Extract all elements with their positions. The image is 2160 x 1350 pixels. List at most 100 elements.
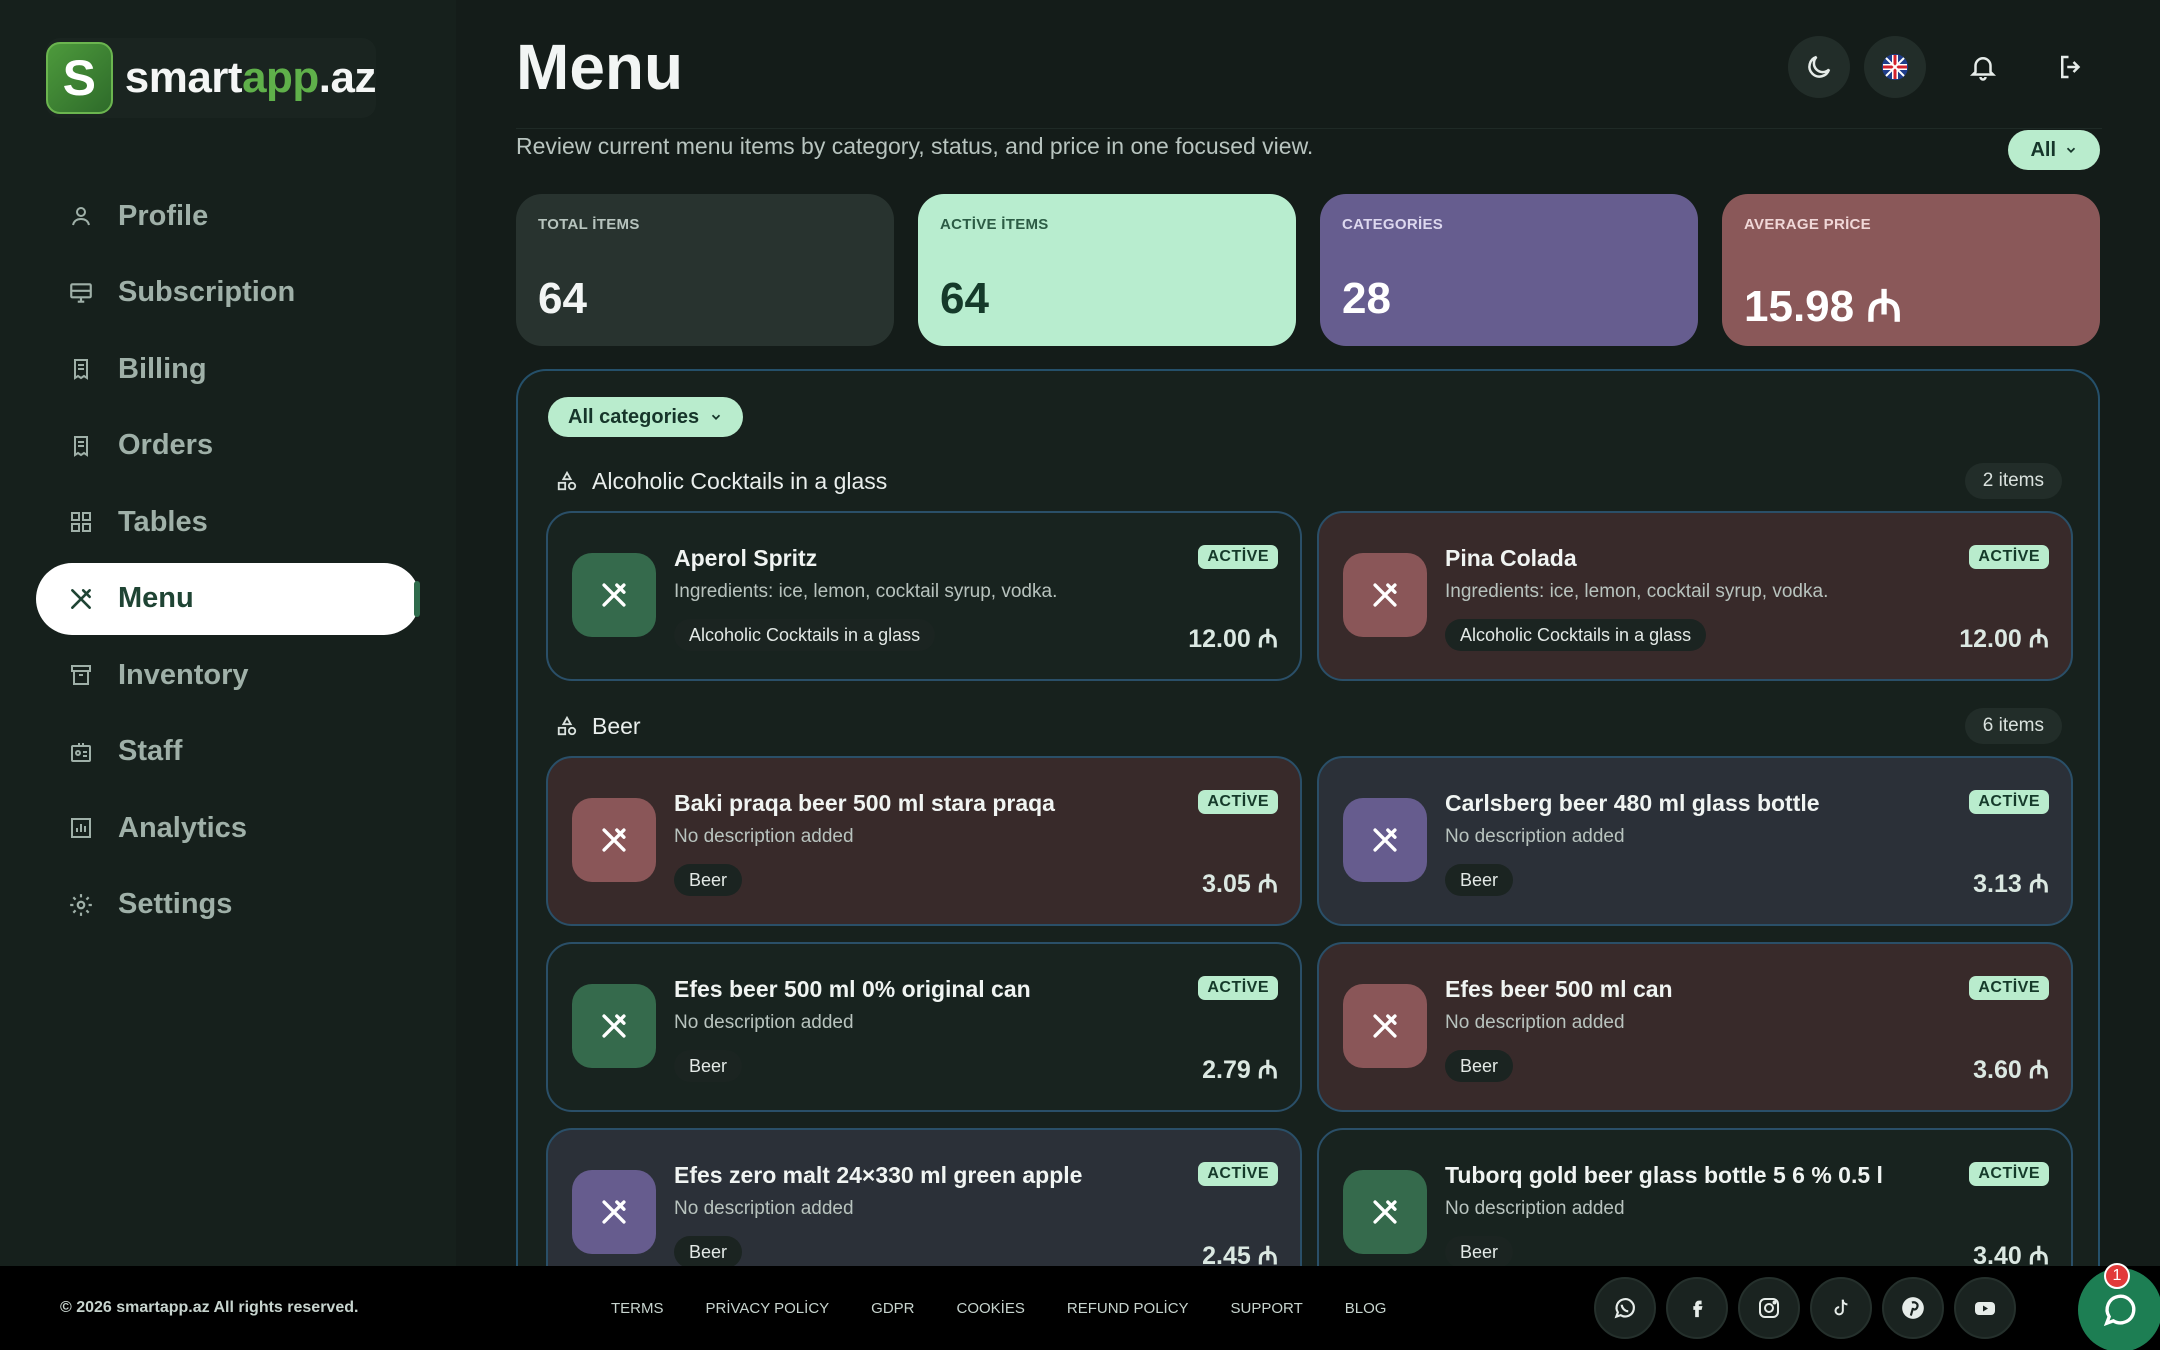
item-description: Ingredients: ice, lemon, cocktail syrup,…	[1445, 581, 1829, 602]
status-badge: ACTİVE	[1969, 545, 2049, 569]
theme-toggle-button[interactable]	[1788, 36, 1850, 98]
sidebar-item-billing[interactable]: Billing	[36, 333, 420, 405]
item-description: No description added	[674, 1012, 854, 1033]
status-filter-dropdown[interactable]: All	[2008, 130, 2100, 170]
menu-item-card[interactable]: Tuborq gold beer glass bottle 5 6 % 0.5 …	[1317, 1128, 2073, 1266]
language-button[interactable]	[1864, 36, 1926, 98]
instagram-button[interactable]	[1738, 1277, 1800, 1339]
item-category-tag: Alcoholic Cocktails in a glass	[674, 619, 936, 651]
item-price: 3.13 ₼	[1973, 870, 2049, 898]
bell-icon	[1969, 57, 1997, 81]
menu-item-card[interactable]: Efes zero malt 24×330 ml green apple No …	[546, 1128, 1302, 1266]
item-category-tag: Beer	[1445, 1050, 1514, 1082]
sidebar-item-menu[interactable]: Menu	[36, 562, 420, 635]
section-header: Alcoholic Cocktails in a glass 2 items	[556, 461, 2062, 501]
copyright-text: © 2026 smartapp.az All rights reserved.	[60, 1299, 359, 1316]
item-name: Efes beer 500 ml 0% original can	[674, 976, 1031, 1002]
sidebar-item-orders[interactable]: Orders	[36, 410, 420, 482]
chat-icon	[2103, 1294, 2136, 1327]
utensils-icon	[1343, 1170, 1427, 1254]
utensils-icon	[572, 553, 656, 637]
sidebar-item-profile[interactable]: Profile	[36, 180, 420, 252]
brand-logo[interactable]: S smartapp.az	[46, 38, 377, 118]
sidebar-item-settings[interactable]: Settings	[36, 869, 420, 941]
facebook-icon	[1693, 1300, 1703, 1318]
item-category-tag: Beer	[1445, 864, 1514, 896]
footer-link-terms[interactable]: TERMS	[611, 1300, 664, 1317]
logo-text: smartapp.az	[124, 53, 377, 102]
status-badge: ACTİVE	[1969, 976, 2049, 1000]
footer-link-blog[interactable]: BLOG	[1345, 1300, 1387, 1317]
item-price: 12.00 ₼	[1188, 625, 1278, 653]
sidebar-item-analytics[interactable]: Analytics	[36, 792, 420, 864]
item-name: Tuborq gold beer glass bottle 5 6 % 0.5 …	[1445, 1162, 1883, 1188]
footer-link-privacy[interactable]: PRİVACY POLİCY	[706, 1300, 830, 1317]
sidebar-item-staff[interactable]: Staff	[36, 716, 420, 788]
sidebar-item-subscription[interactable]: Subscription	[36, 257, 420, 329]
menu-item-card[interactable]: Carlsberg beer 480 ml glass bottle No de…	[1317, 756, 2073, 926]
footer-links: TERMS PRİVACY POLİCY GDPR COOKİES REFUND…	[611, 1300, 1386, 1317]
pinterest-icon	[1902, 1297, 1924, 1319]
chevron-down-icon	[2066, 147, 2076, 153]
menu-item-card[interactable]: Efes beer 500 ml can No description adde…	[1317, 942, 2073, 1112]
item-name: Pina Colada	[1445, 545, 1577, 571]
status-badge: ACTİVE	[1198, 545, 1278, 569]
menu-item-card[interactable]: Baki praqa beer 500 ml stara praqa No de…	[546, 756, 1302, 926]
footer-link-refund[interactable]: REFUND POLİCY	[1067, 1300, 1189, 1317]
item-name: Efes beer 500 ml can	[1445, 976, 1673, 1002]
item-name: Aperol Spritz	[674, 545, 818, 571]
facebook-button[interactable]	[1666, 1277, 1728, 1339]
category-filter-dropdown[interactable]: All categories	[548, 397, 744, 437]
moon-icon	[1808, 55, 1831, 78]
sidebar-nav: Profile Subscription Billing Orders Tabl…	[36, 180, 420, 945]
receipt-icon	[66, 431, 96, 461]
grid-icon	[66, 507, 96, 537]
utensils-icon	[1343, 984, 1427, 1068]
pinterest-button[interactable]	[1882, 1277, 1944, 1339]
menu-item-card[interactable]: Aperol Spritz Ingredients: ice, lemon, c…	[546, 511, 1302, 681]
footer: © 2026 smartapp.az All rights reserved. …	[0, 1266, 2160, 1350]
monitor-icon	[66, 278, 96, 308]
menu-item-card[interactable]: Efes beer 500 ml 0% original can No desc…	[546, 942, 1302, 1112]
logout-button[interactable]	[2040, 36, 2102, 98]
stat-card-average-price: AVERAGE PRİCE 15.98 ₼	[1722, 194, 2100, 346]
menu-item-card[interactable]: Pina Colada Ingredients: ice, lemon, coc…	[1317, 511, 2073, 681]
footer-link-gdpr[interactable]: GDPR	[871, 1300, 914, 1317]
item-description: No description added	[1445, 1012, 1625, 1033]
item-category-tag: Beer	[1445, 1236, 1514, 1266]
header-divider	[516, 128, 2102, 129]
tiktok-icon	[1834, 1299, 1848, 1316]
youtube-button[interactable]	[1954, 1277, 2016, 1339]
utensils-icon	[66, 584, 96, 614]
footer-link-support[interactable]: SUPPORT	[1231, 1300, 1303, 1317]
page-description: Review current menu items by category, s…	[516, 133, 1314, 159]
item-name: Carlsberg beer 480 ml glass bottle	[1445, 790, 1820, 816]
user-icon	[66, 201, 96, 231]
item-description: No description added	[674, 1198, 854, 1219]
tiktok-button[interactable]	[1810, 1277, 1872, 1339]
whatsapp-button[interactable]	[1594, 1277, 1656, 1339]
status-badge: ACTİVE	[1198, 976, 1278, 1000]
status-badge: ACTİVE	[1969, 1162, 2049, 1186]
item-name: Efes zero malt 24×330 ml green apple	[674, 1162, 1083, 1188]
sidebar-item-tables[interactable]: Tables	[36, 486, 420, 558]
topbar-actions	[1788, 36, 2102, 98]
utensils-icon	[1343, 798, 1427, 882]
sidebar-item-inventory[interactable]: Inventory	[36, 639, 420, 711]
archive-icon	[66, 660, 96, 690]
stat-card-total-items: TOTAL İTEMS 64	[516, 194, 894, 346]
item-description: No description added	[1445, 1198, 1625, 1219]
item-price: 3.05 ₼	[1202, 870, 1278, 898]
item-category-tag: Beer	[674, 1236, 743, 1266]
item-price: 3.40 ₼	[1973, 1242, 2049, 1266]
id-card-icon	[66, 737, 96, 767]
item-price: 3.60 ₼	[1973, 1056, 2049, 1084]
footer-link-cookies[interactable]: COOKİES	[957, 1300, 1025, 1317]
menu-panel: All categories Alcoholic Cocktails in a …	[516, 369, 2100, 1266]
utensils-icon	[1343, 553, 1427, 637]
item-count-badge: 2 items	[1964, 463, 2062, 499]
notifications-button[interactable]	[1952, 36, 2014, 98]
sidebar: S smartapp.az Profile Subscription Billi…	[0, 0, 456, 1266]
item-category-tag: Beer	[674, 864, 743, 896]
chevron-down-icon	[712, 414, 721, 420]
